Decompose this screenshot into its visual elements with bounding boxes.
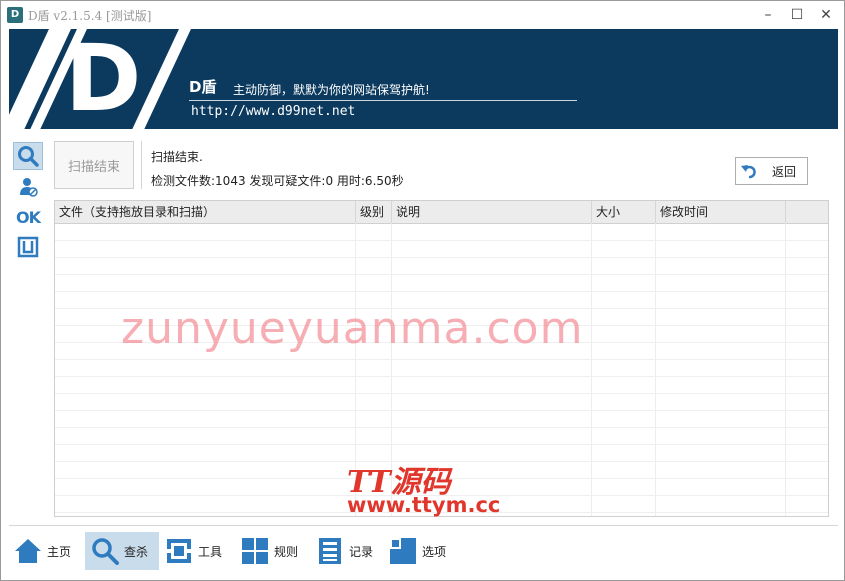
divider — [141, 141, 142, 189]
maximize-button[interactable]: ☐ — [782, 1, 812, 29]
side-ok-button[interactable]: OK — [13, 203, 43, 231]
nav-scan-label: 查杀 — [124, 544, 149, 559]
nav-tools[interactable]: 工具 — [164, 532, 230, 570]
watermark-text: zunyueyuanma.com — [121, 303, 584, 354]
title-bar[interactable]: D D盾 v2.1.5.4 [测试版] – ☐ ✕ — [1, 1, 844, 29]
nav-options-label: 选项 — [422, 544, 447, 559]
table-row[interactable] — [55, 427, 828, 445]
bottom-divider — [9, 525, 838, 526]
table-row[interactable] — [55, 393, 828, 411]
side-bracket-button[interactable] — [13, 233, 43, 261]
nav-options[interactable]: 选项 — [388, 532, 458, 570]
scan-button[interactable]: 扫描结束 — [54, 141, 134, 189]
nav-home-label: 主页 — [47, 544, 72, 559]
tool-icon — [167, 539, 191, 563]
table-row[interactable] — [55, 410, 828, 428]
table-row[interactable] — [55, 240, 828, 258]
column-header-description[interactable]: 说明 — [392, 201, 592, 223]
options-icon — [390, 538, 416, 564]
app-window: D D盾 v2.1.5.4 [测试版] – ☐ ✕ D D盾 主动防御，默默为你… — [0, 0, 845, 581]
nav-scan[interactable]: 查杀 — [85, 532, 159, 570]
table-row[interactable] — [55, 376, 828, 394]
column-header-size[interactable]: 大小 — [592, 201, 656, 223]
search-icon — [18, 146, 39, 167]
back-button[interactable]: 返回 — [735, 157, 808, 185]
grid-icon — [242, 538, 268, 564]
list-icon — [319, 538, 341, 564]
ok-icon: OK — [16, 207, 41, 227]
scan-summary-text: 检测文件数:1043 发现可疑文件:0 用时:6.50秒 — [151, 174, 404, 188]
table-row[interactable] — [55, 257, 828, 275]
table-header: 文件（支持拖放目录和扫描） 级别 说明 大小 修改时间 — [55, 201, 828, 224]
app-logo-icon: D — [7, 7, 23, 23]
header-banner: D D盾 主动防御，默默为你的网站保驾护航! http://www.d99net… — [9, 29, 838, 129]
bracket-icon — [17, 236, 39, 258]
back-button-label: 返回 — [772, 164, 797, 179]
scan-status-text: 扫描结束. — [151, 150, 203, 164]
watermark-url: www.ttym.cc — [347, 493, 501, 517]
minimize-button[interactable]: – — [753, 1, 783, 29]
nav-log[interactable]: 记录 — [315, 532, 381, 570]
side-user-button[interactable] — [13, 173, 43, 201]
banner-logo: D — [65, 29, 142, 129]
column-header-level[interactable]: 级别 — [356, 201, 392, 223]
table-row[interactable] — [55, 359, 828, 377]
user-block-icon — [20, 178, 38, 197]
banner-divider — [189, 100, 577, 101]
window-title: D盾 v2.1.5.4 [测试版] — [28, 9, 152, 23]
side-scan-button[interactable] — [13, 142, 43, 170]
table-row[interactable] — [55, 223, 828, 241]
column-header-modified[interactable]: 修改时间 — [656, 201, 786, 223]
home-icon — [15, 539, 41, 563]
nav-tools-label: 工具 — [198, 544, 223, 559]
banner-slogan: 主动防御，默默为你的网站保驾护航! — [233, 83, 430, 97]
nav-rules-label: 规则 — [274, 544, 299, 559]
nav-log-label: 记录 — [349, 544, 374, 559]
column-header-file[interactable]: 文件（支持拖放目录和扫描） — [55, 201, 356, 223]
nav-home[interactable]: 主页 — [13, 532, 79, 570]
close-button[interactable]: ✕ — [811, 1, 841, 29]
banner-url: http://www.d99net.net — [191, 104, 356, 119]
banner-brand: D盾 — [189, 78, 217, 96]
undo-icon — [741, 165, 756, 179]
nav-rules[interactable]: 规则 — [240, 532, 306, 570]
search-icon — [92, 538, 119, 565]
table-row[interactable] — [55, 274, 828, 292]
